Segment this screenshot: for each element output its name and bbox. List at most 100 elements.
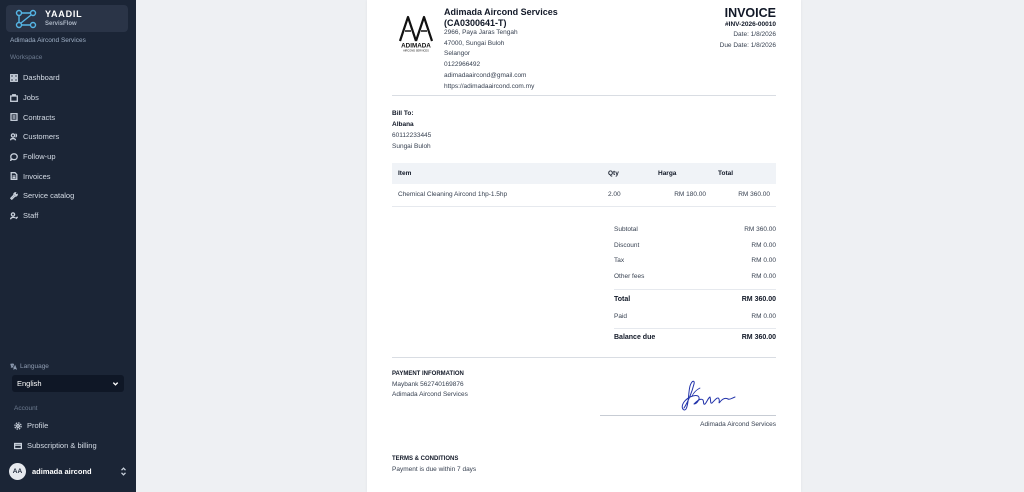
tax-value: RM 0.00 xyxy=(751,257,776,265)
tax-row: Tax RM 0.00 xyxy=(614,253,776,269)
sidebar-item-jobs[interactable]: Jobs xyxy=(0,88,136,108)
discount-label: Discount xyxy=(614,241,640,249)
other-fees-value: RM 0.00 xyxy=(751,272,776,280)
invoice-header: INVOICE #INV-2026-00010 Date: 1/8/2026 D… xyxy=(720,7,776,51)
sidebar-nav: Dashboard Jobs Contracts Customers Follo… xyxy=(0,68,136,226)
sidebar-item-follow-up[interactable]: Follow-up xyxy=(0,147,136,167)
company-address-line-3: Selangor xyxy=(444,50,471,58)
jobs-icon xyxy=(10,93,18,102)
payment-information-title: PAYMENT INFORMATION xyxy=(392,371,464,377)
sidebar-item-label: Customers xyxy=(23,132,60,142)
gear-icon xyxy=(14,421,22,430)
subscription-billing-link[interactable]: Subscription & billing xyxy=(14,441,97,450)
balance-due-label: Balance due xyxy=(614,334,656,341)
sidebar-item-service-catalog[interactable]: Service catalog xyxy=(0,186,136,206)
contracts-icon xyxy=(10,113,18,122)
line-item-price: RM 180.00 xyxy=(652,184,712,207)
totals-summary: Subtotal RM 360.00 Discount RM 0.00 Tax … xyxy=(614,222,776,347)
terms-title: TERMS & CONDITIONS xyxy=(392,456,459,462)
company-logo-tagline: AIRCOND SERVICES xyxy=(403,49,429,53)
translate-icon xyxy=(10,363,17,370)
sidebar-item-invoices[interactable]: Invoices xyxy=(0,166,136,186)
company-email[interactable]: adimadaaircond@gmail.com xyxy=(444,71,558,82)
sidebar-item-label: Jobs xyxy=(23,93,39,103)
sidebar-item-contracts[interactable]: Contracts xyxy=(0,107,136,127)
total-row: Total RM 360.00 xyxy=(614,289,776,309)
payment-bank-account: Maybank 562740169876 xyxy=(392,380,464,388)
column-header-item: Item xyxy=(398,170,412,177)
avatar: AA xyxy=(9,462,26,480)
user-menu[interactable]: AA adimada aircond xyxy=(9,462,127,480)
sidebar-item-label: Dashboard xyxy=(23,73,60,83)
bill-to-phone: 60112233445 xyxy=(392,132,432,139)
company-website[interactable]: https://adimadaaircond.com.my xyxy=(444,82,558,93)
subscription-billing-label: Subscription & billing xyxy=(27,441,97,450)
signature-line xyxy=(600,415,776,416)
bill-to-name: Albana xyxy=(392,121,414,128)
column-header-qty: Qty xyxy=(608,170,619,177)
invoices-icon xyxy=(10,172,18,181)
company-registration: (CA0300641-T) xyxy=(444,17,507,28)
total-label: Total xyxy=(614,296,631,303)
table-header-row: Item Qty Harga Total xyxy=(392,163,776,184)
staff-icon xyxy=(10,211,18,220)
balance-due-value: RM 360.00 xyxy=(741,334,776,341)
invoice-due-date: Due Date: 1/8/2026 xyxy=(719,41,776,49)
customers-icon xyxy=(10,133,18,141)
signature-image xyxy=(681,380,736,411)
brand-block[interactable]: YAADIL ServisFlow xyxy=(6,5,128,32)
company-info: Adimada Aircond Services (CA0300641-T) 2… xyxy=(444,7,558,92)
language-select-value: English xyxy=(17,379,42,388)
language-select[interactable]: English xyxy=(12,375,124,392)
tax-label: Tax xyxy=(614,257,625,265)
company-name: Adimada Aircond Services xyxy=(444,7,558,17)
workspace-label: Workspace xyxy=(10,54,43,61)
sidebar-item-label: Service catalog xyxy=(23,191,75,201)
company-address-line-1: 2966, Paya Jaras Tengah xyxy=(444,29,518,36)
brand-logo-icon xyxy=(15,9,37,28)
language-label: Language xyxy=(10,363,49,370)
follow-up-icon xyxy=(10,152,18,161)
language-label-text: Language xyxy=(20,363,49,370)
company-phone: 0122966492 xyxy=(444,61,481,69)
company-logo: ADIMADA AIRCOND SERVICES xyxy=(398,15,434,53)
other-fees-label: Other fees xyxy=(614,272,645,280)
credit-card-icon xyxy=(14,442,22,449)
column-header-price: Harga xyxy=(658,170,677,177)
bill-to-label: Bill To: xyxy=(392,110,414,117)
paid-label: Paid xyxy=(614,313,628,321)
bill-to: Bill To: Albana 60112233445 Sungai Buloh xyxy=(392,108,431,152)
sidebar-item-label: Follow-up xyxy=(23,152,56,162)
organization-name: Adimada Aircond Services xyxy=(10,37,86,44)
header-divider xyxy=(392,95,776,96)
subtotal-label: Subtotal xyxy=(614,226,638,234)
line-item-total: RM 360.00 xyxy=(712,184,776,207)
sidebar-item-staff[interactable]: Staff xyxy=(0,206,136,226)
sidebar-item-label: Staff xyxy=(23,211,39,221)
dashboard-icon xyxy=(10,73,18,82)
payment-divider xyxy=(392,357,776,358)
company-logo-wordmark: ADIMADA xyxy=(401,43,431,50)
profile-link[interactable]: Profile xyxy=(14,421,48,430)
wrench-icon xyxy=(10,192,18,200)
account-label: Account xyxy=(14,405,38,412)
sidebar-item-customers[interactable]: Customers xyxy=(0,127,136,147)
bill-to-location: Sungai Buloh xyxy=(392,143,431,150)
other-fees-row: Other fees RM 0.00 xyxy=(614,269,776,285)
signature-name: Adimada Aircond Services xyxy=(700,421,776,428)
brand-subtitle: ServisFlow xyxy=(45,21,77,27)
balance-due-row: Balance due RM 360.00 xyxy=(614,327,776,347)
table-row: Chemical Cleaning Aircond 1hp-1.5hp 2.00… xyxy=(392,184,776,207)
sidebar-item-dashboard[interactable]: Dashboard xyxy=(0,68,136,88)
subtotal-row: Subtotal RM 360.00 xyxy=(614,222,776,238)
line-item-qty: 2.00 xyxy=(602,184,652,207)
column-header-total: Total xyxy=(718,170,734,177)
terms-text: Payment is due within 7 days xyxy=(392,465,477,473)
invoice-number: #INV-2026-00010 xyxy=(725,21,776,28)
invoice-document: ADIMADA AIRCOND SERVICES Adimada Aircond… xyxy=(367,0,801,492)
subtotal-value: RM 360.00 xyxy=(744,226,776,234)
paid-value: RM 0.00 xyxy=(751,313,776,321)
sidebar-item-label: Invoices xyxy=(23,171,51,181)
discount-row: Discount RM 0.00 xyxy=(614,238,776,254)
profile-label: Profile xyxy=(27,421,49,430)
